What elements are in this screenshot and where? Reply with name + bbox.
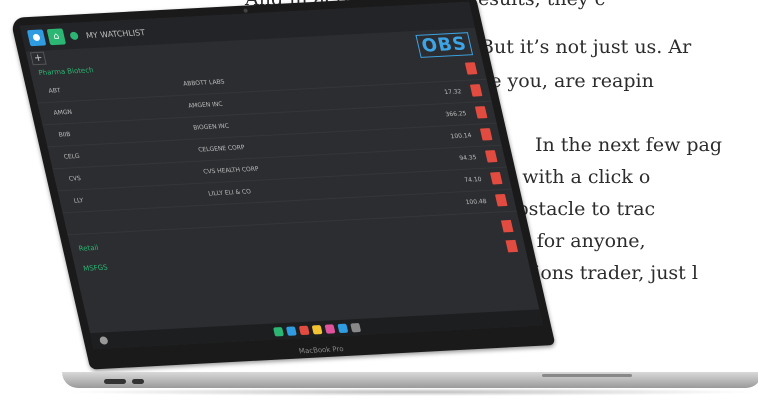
sell-button[interactable] [474,106,488,119]
user-icon[interactable]: ● [26,29,47,47]
row-symbol: ABT [47,87,62,95]
row-name: BIOGEN INC [192,122,230,132]
row-price: 17.32 [443,88,463,97]
app-logo: OBS [415,32,474,58]
row-price: 100.48 [464,198,488,207]
sell-button[interactable] [494,193,508,207]
row-symbol: BIIB [58,131,72,139]
row-symbol: LLY [73,197,85,205]
section-label-text: Retail [77,243,100,253]
sell-button[interactable] [469,84,483,97]
watchlist-title: MY WATCHLIST [85,27,146,40]
row-name: AMGEN INC [187,100,224,110]
sell-button[interactable] [500,219,514,233]
row-name: CVS HEALTH CORP [202,165,260,176]
status-dot [69,31,80,41]
clock-icon[interactable] [349,322,361,332]
calendar-icon[interactable] [285,325,297,336]
camera [243,8,249,13]
laptop-base [62,372,758,402]
home-icon[interactable]: ⌂ [46,28,67,46]
sell-button[interactable] [479,128,493,141]
book-icon[interactable] [298,325,310,335]
row-price: 100.14 [449,132,473,141]
add-watchlist-button[interactable]: + [29,51,47,65]
row-name: ABBOTT LABS [182,78,226,88]
port-icon [104,379,126,384]
sell-button[interactable] [505,239,519,253]
row-price: 74.10 [463,176,483,184]
chart-icon[interactable] [272,326,284,337]
row-symbol: CVS [68,174,82,183]
row-name: CELGENE CORP [197,144,246,154]
row-price: 366.25 [444,110,468,119]
laptop-image: ● ⌂ MY WATCHLIST + OBS Pharma Biotech AB… [0,0,758,407]
row-name: LILLY ELI & CO [207,188,252,198]
section-label-text: MSFGS [82,263,109,273]
sell-button[interactable] [464,62,478,75]
hinge-lip [542,374,632,377]
sell-button[interactable] [484,150,498,163]
row-price: 94.35 [458,154,478,162]
sell-button[interactable] [489,171,503,185]
port-icon [132,379,144,384]
folder-icon[interactable] [311,324,322,334]
alert-icon[interactable] [323,323,335,334]
laptop-lid: ● ⌂ MY WATCHLIST + OBS Pharma Biotech AB… [10,0,556,370]
app-screen: ● ⌂ MY WATCHLIST + OBS Pharma Biotech AB… [19,1,543,350]
row-symbol: CELG [63,152,81,161]
row-symbol: AMGN [53,108,73,117]
user-icon[interactable] [336,323,348,333]
settings-icon[interactable] [98,336,109,345]
